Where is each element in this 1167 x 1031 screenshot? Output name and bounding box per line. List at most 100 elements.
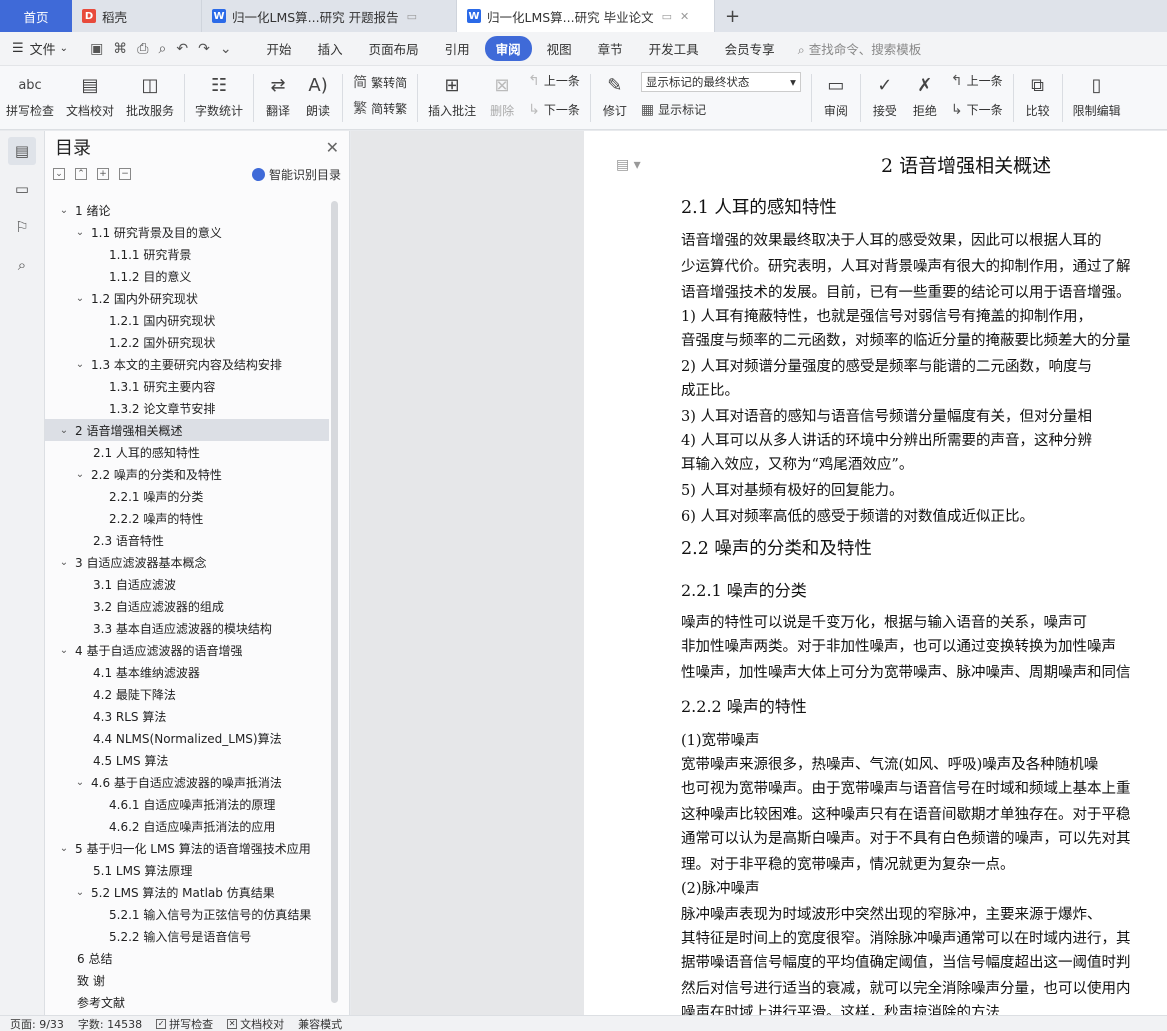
print-preview-icon[interactable]: ⌕ <box>159 41 167 57</box>
tab-references[interactable]: 引用 <box>434 36 481 61</box>
compare-button[interactable]: ⧉ 比较 <box>1018 72 1058 119</box>
toc-item[interactable]: 5.2.1 输入信号为正弦信号的仿真结果 <box>45 903 329 925</box>
toc-item[interactable]: 6 总结 <box>45 947 329 969</box>
toc-item[interactable]: 1.2.1 国内研究现状 <box>45 309 329 331</box>
chevron-down-icon[interactable]: ⌄ <box>57 557 71 568</box>
print-icon[interactable]: ⎙ <box>137 41 148 57</box>
chevron-down-icon[interactable]: ⌄ <box>73 293 87 304</box>
chevron-down-icon[interactable]: ⌄ <box>73 887 87 898</box>
track-changes-button[interactable]: ✎ 修订 <box>595 72 635 119</box>
toc-item[interactable]: 5.1 LMS 算法原理 <box>45 859 329 881</box>
search-icon[interactable]: ⌕ <box>8 251 36 279</box>
tab-insert[interactable]: 插入 <box>307 36 354 61</box>
toc-item[interactable]: 1.3.2 论文章节安排 <box>45 397 329 419</box>
toc-item[interactable]: 4.4 NLMS(Normalized_LMS)算法 <box>45 727 329 749</box>
bookmark-icon[interactable]: ⚐ <box>8 213 36 241</box>
close-icon[interactable]: ✕ <box>326 138 339 157</box>
show-markup-button[interactable]: ▦ 显示标记 <box>641 101 801 118</box>
prev-change-button[interactable]: ↰ 上一条 <box>951 72 1003 89</box>
toc-item[interactable]: ⌄ 5 基于归一化 LMS 算法的语音增强技术应用 <box>45 837 329 859</box>
simp-to-trad-button[interactable]: 繁简转繁 <box>353 98 407 118</box>
toc-item[interactable]: 4.3 RLS 算法 <box>45 705 329 727</box>
tab-proposal[interactable]: W 归一化LMS算...研究 开题报告 ▭ <box>202 0 457 32</box>
spellcheck-button[interactable]: abc 拼写检查 <box>0 72 60 119</box>
toc-item[interactable]: ⌄ 1.3 本文的主要研究内容及结构安排 <box>45 353 329 375</box>
wordcount-button[interactable]: ☷ 字数统计 <box>189 72 249 119</box>
remove-heading-icon[interactable]: − <box>119 168 131 180</box>
chevron-down-icon[interactable]: ⌄ <box>57 843 71 854</box>
tab-section[interactable]: 章节 <box>587 36 634 61</box>
toc-item[interactable]: 3.3 基本自适应滤波器的模块结构 <box>45 617 329 639</box>
save-icon[interactable]: ▣ <box>90 41 103 57</box>
redo-icon[interactable]: ↷ <box>198 41 210 57</box>
tab-view[interactable]: 视图 <box>536 36 583 61</box>
toc-scrollbar[interactable] <box>331 201 338 1003</box>
toc-item[interactable]: 2.3 语音特性 <box>45 529 329 551</box>
prev-comment-button[interactable]: ↰ 上一条 <box>528 72 580 89</box>
toc-item[interactable]: 4.1 基本维纳滤波器 <box>45 661 329 683</box>
status-spellcheck[interactable]: ✓ 拼写检查 <box>156 1016 213 1031</box>
tab-layout[interactable]: 页面布局 <box>358 36 430 61</box>
read-aloud-button[interactable]: A) 朗读 <box>298 72 338 119</box>
file-menu[interactable]: ☰ 文件 ⌄ <box>0 39 80 58</box>
insert-comment-button[interactable]: ⊞ 插入批注 <box>422 72 482 119</box>
collapse-all-icon[interactable]: ⌄ <box>53 168 65 180</box>
toc-item[interactable]: 2.2.1 噪声的分类 <box>45 485 329 507</box>
toc-item[interactable]: ⌄ 3 自适应滤波器基本概念 <box>45 551 329 573</box>
chapter-nav-icon[interactable]: ▭ <box>8 175 36 203</box>
restrict-edit-button[interactable]: ▯ 限制编辑 <box>1067 72 1127 119</box>
tab-daoke[interactable]: D 稻壳 <box>72 0 202 32</box>
tab-home[interactable]: 首页 <box>0 0 72 32</box>
chevron-down-icon[interactable]: ⌄ <box>57 205 71 216</box>
markup-state-select[interactable]: 显示标记的最终状态 ▾ <box>640 72 801 92</box>
command-search[interactable]: ⌕ 查找命令、搜索模板 <box>798 39 922 58</box>
toc-item[interactable]: ⌄ 5.2 LMS 算法的 Matlab 仿真结果 <box>45 881 329 903</box>
chevron-down-icon[interactable]: ⌄ <box>57 645 71 656</box>
undo-icon[interactable]: ↶ <box>176 41 188 57</box>
toc-item[interactable]: ⌄ 2 语音增强相关概述 <box>45 419 329 441</box>
toc-item[interactable]: 3.1 自适应滤波 <box>45 573 329 595</box>
close-icon[interactable]: ✕ <box>680 10 689 23</box>
status-proofread[interactable]: ✕ 文档校对 <box>227 1016 284 1031</box>
smart-toc-button[interactable]: 智能识别目录 <box>251 166 341 183</box>
toc-item[interactable]: 参考文献 <box>45 991 329 1013</box>
toc-item[interactable]: 5.2.2 输入信号是语音信号 <box>45 925 329 947</box>
review-pane-button[interactable]: ▭ 审阅 <box>816 72 856 119</box>
translate-button[interactable]: ⇄ 翻译 <box>258 72 298 119</box>
doccheck-button[interactable]: ▤ 文档校对 <box>60 72 120 119</box>
toc-item[interactable]: 1.1.1 研究背景 <box>45 243 329 265</box>
page-options-icon[interactable]: ▤ ▾ <box>616 157 641 173</box>
new-tab-button[interactable]: + <box>715 0 750 32</box>
delete-comment-button[interactable]: ⊠ 删除 <box>482 72 522 119</box>
toc-item[interactable]: 4.2 最陡下降法 <box>45 683 329 705</box>
accept-button[interactable]: ✓ 接受 <box>865 72 905 119</box>
toc-item[interactable]: ⌄ 2.2 噪声的分类和及特性 <box>45 463 329 485</box>
toc-item[interactable]: 致 谢 <box>45 969 329 991</box>
toc-item[interactable]: ⌄ 4.6 基于自适应滤波器的噪声抵消法 <box>45 771 329 793</box>
expand-up-icon[interactable]: ⌃ <box>75 168 87 180</box>
toc-item[interactable]: 4.6.2 自适应噪声抵消法的应用 <box>45 815 329 837</box>
toc-item[interactable]: ⌄ 4 基于自适应滤波器的语音增强 <box>45 639 329 661</box>
toc-item[interactable]: 4.6.1 自适应噪声抵消法的原理 <box>45 793 329 815</box>
add-heading-icon[interactable]: + <box>97 168 109 180</box>
format-painter-icon[interactable]: ⌘ <box>113 41 127 57</box>
toc-item[interactable]: 3.2 自适应滤波器的组成 <box>45 595 329 617</box>
trad-to-simp-button[interactable]: 简繁转简 <box>353 72 407 92</box>
toc-item[interactable]: 4.5 LMS 算法 <box>45 749 329 771</box>
tab-member[interactable]: 会员专享 <box>714 36 786 61</box>
toc-panel-icon[interactable]: ▤ <box>8 137 36 165</box>
chevron-down-icon[interactable]: ⌄ <box>57 425 71 436</box>
toc-item[interactable]: 1.3.1 研究主要内容 <box>45 375 329 397</box>
tab-developer[interactable]: 开发工具 <box>638 36 710 61</box>
toc-item[interactable]: ⌄ 1.1 研究背景及目的意义 <box>45 221 329 243</box>
word-count[interactable]: 字数: 14538 <box>78 1016 142 1031</box>
toc-item[interactable]: 1.2.2 国外研究现状 <box>45 331 329 353</box>
chevron-down-icon[interactable]: ⌄ <box>73 469 87 480</box>
reject-button[interactable]: ✗ 拒绝 <box>905 72 945 119</box>
batch-service-button[interactable]: ◫ 批改服务 <box>120 72 180 119</box>
page-count[interactable]: 页面: 9/33 <box>10 1016 64 1031</box>
toc-item[interactable]: ⌄ 1 绪论 <box>45 199 329 221</box>
next-comment-button[interactable]: ↳ 下一条 <box>528 101 580 118</box>
next-change-button[interactable]: ↳ 下一条 <box>951 101 1003 118</box>
toc-item[interactable]: ⌄ 1.2 国内外研究现状 <box>45 287 329 309</box>
